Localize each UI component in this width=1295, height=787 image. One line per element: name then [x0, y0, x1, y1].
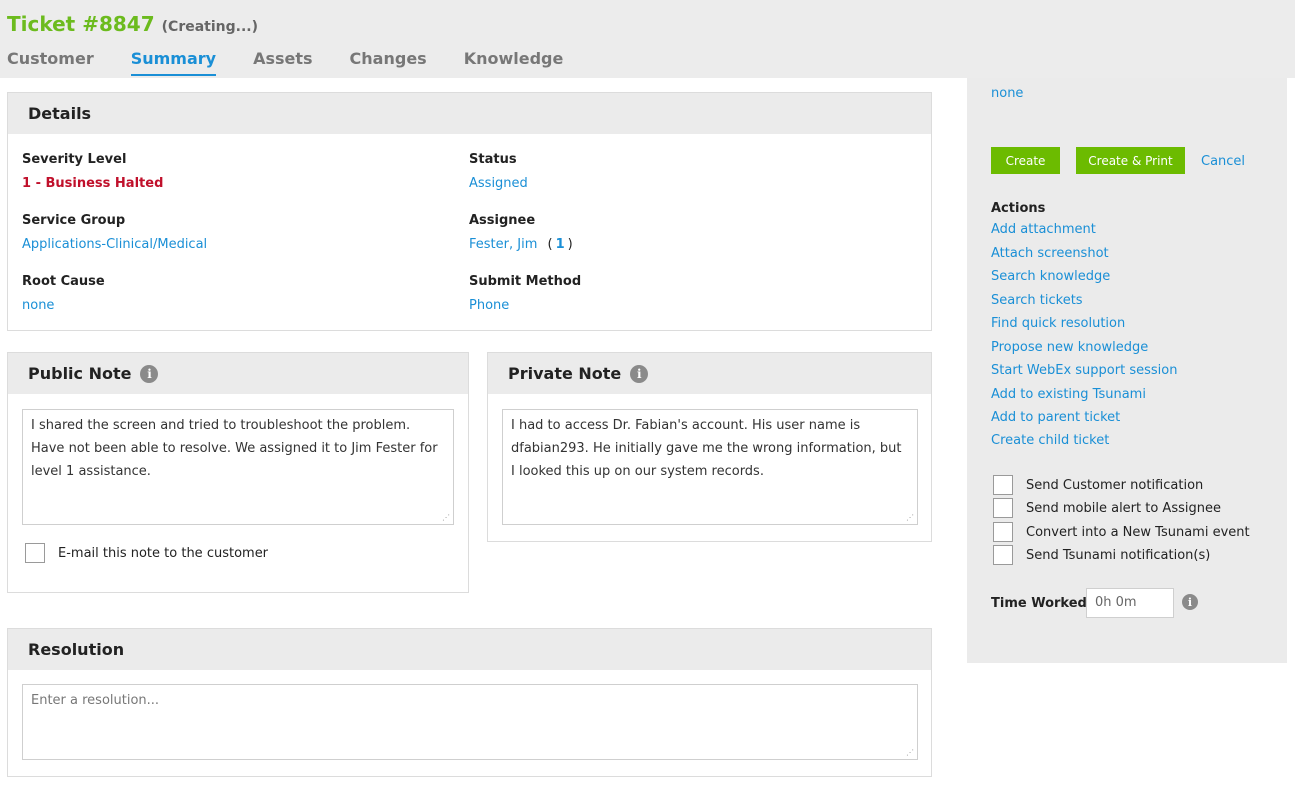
action-propose-knowledge[interactable]: Propose new knowledge — [991, 340, 1148, 355]
email-note-label: E-mail this note to the customer — [58, 546, 269, 561]
resize-grip-icon[interactable]: ⋰ — [906, 749, 914, 757]
ticket-title: Ticket #8847 — [7, 12, 155, 36]
info-icon[interactable]: i — [140, 364, 159, 383]
send-mobile-alert-label: Send mobile alert to Assignee — [1026, 501, 1221, 516]
resize-grip-icon[interactable]: ⋰ — [906, 514, 914, 522]
public-note-panel: Public Note i I shared the screen and tr… — [7, 352, 469, 593]
action-search-tickets[interactable]: Search tickets — [991, 293, 1083, 308]
assignee-count-open: ( — [547, 237, 553, 252]
private-note-header: Private Note i — [488, 353, 931, 394]
assignee-row: Fester, Jim (1) — [469, 237, 573, 252]
sidebar-top-value[interactable]: none — [991, 86, 1023, 101]
assignee-value[interactable]: Fester, Jim — [469, 237, 537, 252]
severity-value[interactable]: 1 - Business Halted — [22, 176, 163, 191]
tab-summary[interactable]: Summary — [130, 49, 217, 76]
root-cause-value[interactable]: none — [22, 298, 54, 313]
send-tsunami-notification-label: Send Tsunami notification(s) — [1026, 548, 1211, 563]
service-group-label: Service Group — [22, 213, 126, 228]
create-button[interactable]: Create — [991, 147, 1060, 174]
details-panel: Details Severity Level 1 - Business Halt… — [7, 92, 932, 331]
tab-bar: Customer Summary Assets Changes Knowledg… — [7, 49, 600, 76]
convert-tsunami-checkbox[interactable] — [993, 522, 1013, 542]
resolution-textarea[interactable]: Enter a resolution... ⋰ — [22, 684, 918, 760]
action-create-child-ticket[interactable]: Create child ticket — [991, 433, 1109, 448]
tab-changes[interactable]: Changes — [350, 49, 427, 76]
public-note-header: Public Note i — [8, 353, 468, 394]
action-add-existing-tsunami[interactable]: Add to existing Tsunami — [991, 387, 1146, 402]
ticket-status-text: (Creating...) — [161, 19, 258, 35]
action-search-knowledge[interactable]: Search knowledge — [991, 269, 1110, 284]
send-mobile-alert-checkbox[interactable] — [993, 498, 1013, 518]
time-worked-value: 0h 0m — [1095, 595, 1137, 610]
resolution-heading: Resolution — [8, 629, 931, 670]
cancel-link[interactable]: Cancel — [1201, 154, 1245, 169]
private-note-heading: Private Note — [508, 364, 622, 383]
convert-tsunami-label: Convert into a New Tsunami event — [1026, 525, 1250, 540]
action-add-attachment[interactable]: Add attachment — [991, 222, 1096, 237]
action-find-quick-resolution[interactable]: Find quick resolution — [991, 316, 1125, 331]
private-note-textarea[interactable]: I had to access Dr. Fabian's account. Hi… — [502, 409, 918, 525]
create-print-button[interactable]: Create & Print — [1076, 147, 1185, 174]
status-label: Status — [469, 152, 517, 167]
assignee-count-close: ) — [567, 237, 573, 252]
send-customer-notification-label: Send Customer notification — [1026, 478, 1204, 493]
title-row: Ticket #8847 (Creating...) — [7, 12, 258, 36]
assignee-count[interactable]: 1 — [556, 237, 565, 252]
resolution-placeholder: Enter a resolution... — [31, 693, 160, 708]
ticket-header: Ticket #8847 (Creating...) Customer Summ… — [0, 0, 1295, 78]
submit-method-value[interactable]: Phone — [469, 298, 509, 313]
severity-label: Severity Level — [22, 152, 127, 167]
resize-grip-icon[interactable]: ⋰ — [442, 514, 450, 522]
send-customer-notification-checkbox[interactable] — [993, 475, 1013, 495]
action-attach-screenshot[interactable]: Attach screenshot — [991, 246, 1109, 261]
time-worked-label: Time Worked: — [991, 596, 1093, 611]
submit-method-label: Submit Method — [469, 274, 582, 289]
public-note-heading: Public Note — [28, 364, 132, 383]
status-value[interactable]: Assigned — [469, 176, 528, 191]
private-note-text: I had to access Dr. Fabian's account. Hi… — [511, 418, 902, 479]
public-note-text: I shared the screen and tried to trouble… — [31, 418, 438, 479]
send-tsunami-notification-checkbox[interactable] — [993, 545, 1013, 565]
details-heading: Details — [8, 93, 931, 134]
assignee-label: Assignee — [469, 213, 536, 228]
action-add-parent-ticket[interactable]: Add to parent ticket — [991, 410, 1120, 425]
tab-knowledge[interactable]: Knowledge — [464, 49, 564, 76]
time-worked-input[interactable]: 0h 0m — [1086, 588, 1174, 618]
private-note-panel: Private Note i I had to access Dr. Fabia… — [487, 352, 932, 542]
actions-sidebar: none Create Create & Print Cancel Action… — [967, 78, 1287, 663]
info-icon[interactable]: i — [630, 364, 649, 383]
tab-customer[interactable]: Customer — [7, 49, 94, 76]
action-start-webex[interactable]: Start WebEx support session — [991, 363, 1177, 378]
info-icon[interactable]: i — [1182, 594, 1198, 610]
resolution-panel: Resolution Enter a resolution... ⋰ — [7, 628, 932, 777]
public-note-textarea[interactable]: I shared the screen and tried to trouble… — [22, 409, 454, 525]
email-note-checkbox[interactable] — [25, 543, 45, 563]
actions-title: Actions — [991, 201, 1046, 216]
service-group-value[interactable]: Applications-Clinical/Medical — [22, 237, 207, 252]
tab-assets[interactable]: Assets — [253, 49, 312, 76]
root-cause-label: Root Cause — [22, 274, 105, 289]
